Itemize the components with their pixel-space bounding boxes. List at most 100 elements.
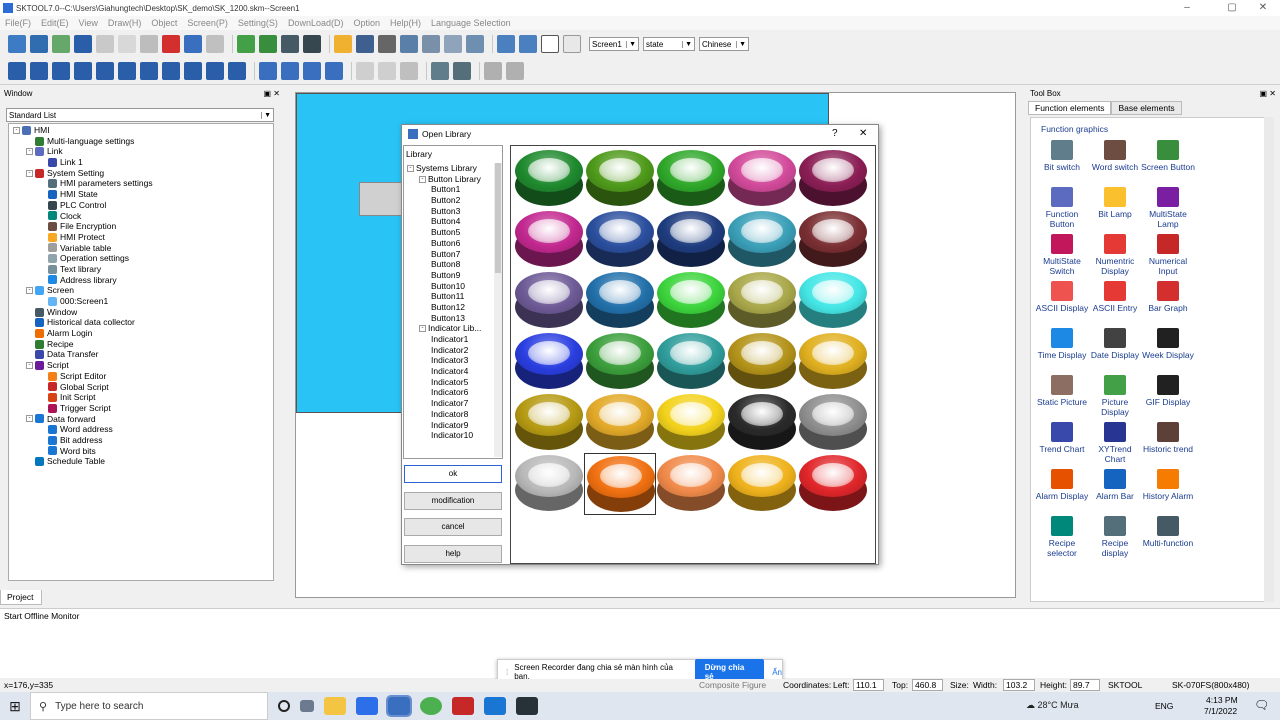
tab-base-elements[interactable]: Base elements (1111, 101, 1182, 115)
toolbox-item[interactable]: Date Display (1088, 328, 1142, 360)
zalo-icon[interactable] (356, 697, 378, 715)
library-tree-item[interactable]: Indicator1 (407, 334, 493, 345)
distribute-h-icon[interactable] (140, 62, 158, 80)
menu-help[interactable]: Help(H) (390, 18, 421, 28)
toolbox-item[interactable]: Bit switch (1035, 140, 1089, 172)
find-icon[interactable] (378, 35, 396, 53)
copy-icon[interactable] (118, 35, 136, 53)
tree-item[interactable]: Bit address (13, 435, 269, 446)
undo-icon[interactable] (184, 35, 202, 53)
clock-time[interactable]: 4:13 PM (1206, 695, 1238, 705)
same-height-icon[interactable] (206, 62, 224, 80)
toolbox-item[interactable]: MultiState Switch (1035, 234, 1089, 276)
tree-item[interactable]: HMI parameters settings (13, 178, 269, 189)
send-backward-icon[interactable] (325, 62, 343, 80)
expand-toggle-icon[interactable]: - (26, 169, 33, 177)
tree-item[interactable]: Recipe (13, 339, 269, 350)
tree-item[interactable]: Alarm Login (13, 328, 269, 339)
library-tree-item[interactable]: Button7 (407, 249, 493, 260)
align-top-icon[interactable] (74, 62, 92, 80)
expand-toggle-icon[interactable]: - (407, 164, 414, 172)
online-sim-icon[interactable] (303, 35, 321, 53)
menu-file[interactable]: File(F) (5, 18, 31, 28)
pin-close-icons[interactable]: ▣ ✕ (1260, 89, 1276, 98)
menu-object[interactable]: Object (151, 18, 177, 28)
tree-item[interactable]: Historical data collector (13, 317, 269, 328)
tree-item[interactable]: Schedule Table (13, 456, 269, 467)
file-explorer-icon[interactable] (324, 697, 346, 715)
expand-toggle-icon[interactable]: - (13, 126, 20, 134)
chrome-icon[interactable] (420, 697, 442, 715)
toolbox-item[interactable]: Alarm Display (1035, 469, 1089, 501)
align-center-icon[interactable] (30, 62, 48, 80)
library-button-swatch[interactable] (726, 209, 798, 271)
library-tree-item[interactable]: Button13 (407, 313, 493, 324)
library-button-swatch[interactable] (513, 392, 585, 454)
close-window-button[interactable]: ✕ (1246, 0, 1280, 16)
library-button-swatch[interactable] (584, 392, 656, 454)
paste-icon[interactable] (140, 35, 158, 53)
library-button-swatch[interactable] (513, 331, 585, 393)
tree-item[interactable]: Operation settings (13, 253, 269, 264)
tree-item[interactable]: Clock (13, 211, 269, 222)
tree-item[interactable]: Script Editor (13, 371, 269, 382)
tree-item[interactable]: - System Setting (13, 168, 269, 179)
align-middle-icon[interactable] (96, 62, 114, 80)
flip-v-icon[interactable] (378, 62, 396, 80)
align-left-icon[interactable] (8, 62, 26, 80)
tree-item[interactable]: Address library (13, 275, 269, 286)
toolbox-item[interactable]: Historic trend (1141, 422, 1195, 454)
toolbox-item[interactable]: Bar Graph (1141, 281, 1195, 313)
tia-portal-icon[interactable] (516, 697, 538, 715)
delete-icon[interactable] (162, 35, 180, 53)
hide-button[interactable]: Ẩn (772, 668, 782, 677)
toolbox-item[interactable]: Recipe display (1088, 516, 1142, 558)
address-icon[interactable] (356, 35, 374, 53)
library-tree-scrollbar[interactable] (494, 163, 502, 457)
tree-item[interactable]: Global Script (13, 382, 269, 393)
tree-item[interactable]: Multi-language settings (13, 136, 269, 147)
toolbox-scrollbar[interactable] (1264, 117, 1274, 602)
toolbox-item[interactable]: Trend Chart (1035, 422, 1089, 454)
library-button-swatch[interactable] (655, 453, 727, 515)
menu-edit[interactable]: Edit(E) (41, 18, 69, 28)
library-tree-item[interactable]: Button5 (407, 227, 493, 238)
menu-download[interactable]: DownLoad(D) (288, 18, 344, 28)
tab-function-elements[interactable]: Function elements (1028, 101, 1112, 115)
library-button-swatch[interactable] (513, 453, 585, 515)
upload-icon[interactable] (259, 35, 277, 53)
library-button-swatch[interactable] (726, 453, 798, 515)
library-tree-item[interactable]: Indicator7 (407, 398, 493, 409)
ok-button[interactable]: ok (404, 465, 502, 483)
library-button-swatch[interactable] (797, 331, 869, 393)
sktool-app-icon[interactable] (386, 695, 412, 717)
library-button-swatch[interactable] (513, 148, 585, 210)
expand-toggle-icon[interactable]: - (26, 415, 33, 423)
toolbox-item[interactable]: Word switch (1088, 140, 1142, 172)
group-icon[interactable] (431, 62, 449, 80)
redo-icon[interactable] (206, 35, 224, 53)
library-tree-item[interactable]: Button6 (407, 238, 493, 249)
save-icon[interactable] (74, 35, 92, 53)
library-tree-item[interactable]: Indicator4 (407, 366, 493, 377)
library-button-swatch[interactable] (584, 209, 656, 271)
library-tree-item[interactable]: - Systems Library (407, 163, 493, 174)
library-icon[interactable] (334, 35, 352, 53)
menu-view[interactable]: View (79, 18, 98, 28)
taskbar-search-box[interactable]: ⚲ Type here to search (30, 692, 268, 720)
bring-forward-icon[interactable] (303, 62, 321, 80)
toolbox-item[interactable]: Function Button (1035, 187, 1089, 229)
new-screen-icon[interactable] (52, 35, 70, 53)
toolbox-item[interactable]: Bit Lamp (1088, 187, 1142, 219)
tree-item[interactable]: Variable table (13, 243, 269, 254)
library-tree-item[interactable]: Button12 (407, 302, 493, 313)
library-button-swatch[interactable] (726, 331, 798, 393)
tree-item[interactable]: PLC Control (13, 200, 269, 211)
input-language[interactable]: ENG (1155, 701, 1173, 711)
weather-widget[interactable]: ☁ 28°C Mưa (1026, 700, 1079, 711)
toolbox-item[interactable]: Time Display (1035, 328, 1089, 360)
drag-handle-icon[interactable]: ⁞ (506, 668, 508, 677)
tree-item[interactable]: HMI State (13, 189, 269, 200)
toolbox-item[interactable]: ASCII Entry (1088, 281, 1142, 313)
toolbox-item[interactable]: History Alarm (1141, 469, 1195, 501)
